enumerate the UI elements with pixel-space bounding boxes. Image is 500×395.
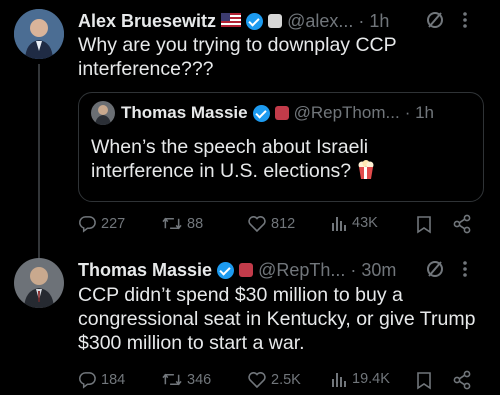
verified-badge-icon [246, 12, 264, 30]
tweet2-author-name[interactable]: Thomas Massie [78, 260, 212, 281]
views-count: 19.4K [352, 371, 390, 387]
verified-badge-icon [217, 261, 235, 279]
quote-handle: @RepThom... [293, 103, 400, 122]
grok-icon[interactable] [424, 9, 446, 31]
share-icon[interactable] [452, 370, 472, 395]
quote-text-line: When’s the speech about Israeli [91, 136, 369, 158]
heart-icon [248, 372, 266, 389]
like-count: 812 [271, 215, 296, 232]
views-icon [332, 373, 346, 387]
tweet2-header: Thomas Massie @RepTh... · 30m [78, 258, 428, 282]
reply-count: 184 [101, 371, 126, 388]
repost-count: 346 [187, 371, 212, 388]
quote-avatar [91, 101, 115, 125]
tweet1-text: Why are you trying to downplay CCP inter… [78, 33, 488, 81]
repost-button[interactable]: 88 [161, 214, 203, 233]
reply-button[interactable]: 184 [78, 370, 125, 389]
avatar-alex-bruesewitz[interactable] [14, 9, 64, 59]
verified-badge-icon [252, 104, 270, 122]
us-house-badge-icon [274, 106, 289, 120]
tweet2-text-line: $300 million to start a war. [78, 332, 305, 354]
tweet1-time[interactable]: · 1h [358, 11, 389, 32]
repost-icon [162, 217, 182, 230]
grok-icon[interactable] [424, 258, 446, 280]
avatar-image [14, 258, 64, 308]
quote-header: Thomas Massie @RepThom... · 1h [121, 101, 481, 125]
reply-count: 227 [101, 215, 126, 232]
us-flag-icon [221, 11, 242, 32]
tweet1-handle[interactable]: @alex... [287, 11, 353, 32]
tweet2-text: CCP didn’t spend $30 million to buy a co… [78, 283, 498, 355]
quote-time: · 1h [404, 103, 434, 122]
more-options-icon[interactable] [460, 10, 470, 30]
tweet1-text-line: interference??? [78, 58, 214, 80]
tweet2-handle[interactable]: @RepTh... [258, 260, 345, 281]
tweet2-text-line: CCP didn’t spend $30 million to buy a [78, 284, 403, 306]
like-button[interactable]: 812 [247, 214, 295, 233]
more-options-icon[interactable] [460, 259, 470, 279]
avatar-image [14, 9, 64, 59]
tweet1-text-line: Why are you trying to downplay CCP [78, 34, 397, 56]
views-button[interactable]: 43K [330, 214, 378, 232]
share-icon[interactable] [452, 214, 472, 239]
heart-icon [248, 216, 266, 233]
avatar-thomas-massie[interactable] [14, 258, 64, 308]
quoted-tweet[interactable]: Thomas Massie @RepThom... · 1h When’s th… [78, 92, 484, 202]
tweet2-text-line: congressional seat in Kentucky, or give … [78, 308, 476, 330]
views-icon [332, 217, 346, 231]
reply-icon [79, 216, 96, 233]
repost-icon [162, 373, 182, 386]
tweet1-author-name[interactable]: Alex Bruesewitz [78, 11, 216, 32]
views-button[interactable]: 19.4K [330, 370, 390, 388]
tweet2-time[interactable]: · 30m [350, 260, 396, 281]
affiliate-badge-icon [268, 14, 283, 28]
views-count: 43K [352, 215, 378, 231]
thread-connector-line [38, 64, 40, 260]
bookmark-icon[interactable] [416, 215, 432, 239]
repost-button[interactable]: 346 [161, 370, 211, 389]
like-count: 2.5K [271, 371, 301, 388]
quote-text-line: interference in U.S. elections? [91, 159, 476, 186]
tweet2-actions: 184 346 2.5K 19.4K [78, 370, 488, 394]
reply-icon [79, 372, 96, 389]
quote-author-name: Thomas Massie [121, 103, 248, 122]
repost-count: 88 [187, 215, 204, 232]
bookmark-icon[interactable] [416, 371, 432, 395]
tweet1-actions: 227 88 812 43K [78, 212, 488, 236]
us-house-badge-icon [239, 263, 254, 277]
popcorn-icon [357, 160, 375, 186]
reply-button[interactable]: 227 [78, 214, 125, 233]
like-button[interactable]: 2.5K [247, 370, 301, 389]
quote-text: When’s the speech about Israeli interfer… [91, 135, 476, 186]
